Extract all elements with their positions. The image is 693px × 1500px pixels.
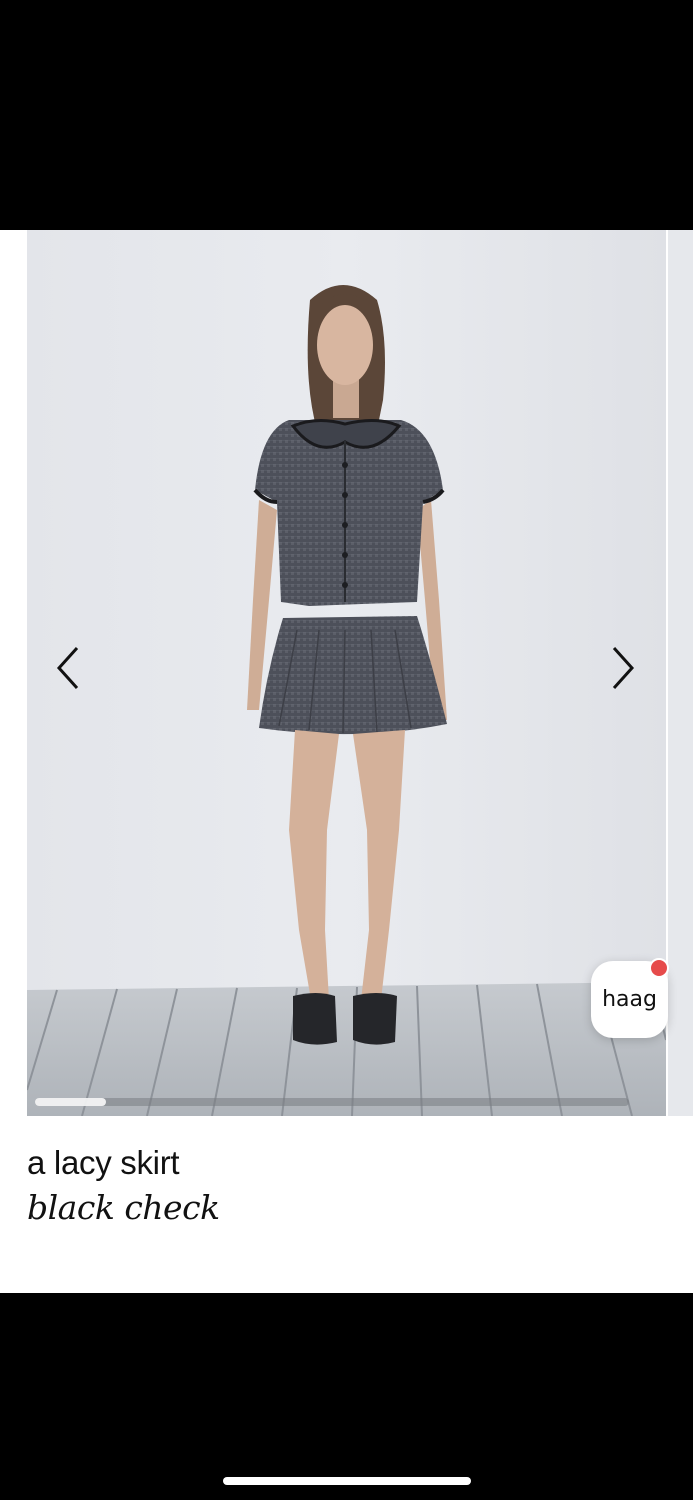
chevron-right-icon	[612, 646, 635, 690]
chevron-left-icon	[56, 646, 79, 690]
notification-dot	[649, 958, 669, 978]
product-image-gallery[interactable]	[27, 230, 666, 1116]
next-image-peek[interactable]	[668, 230, 693, 1116]
gallery-progress-fill	[35, 1098, 107, 1106]
app-screen: a lacy skirt black check haag	[0, 0, 693, 1500]
product-photo	[27, 230, 666, 1116]
home-indicator[interactable]	[223, 1477, 471, 1485]
product-name: a lacy skirt	[27, 1144, 180, 1181]
product-sheet: a lacy skirt black check	[0, 230, 693, 1293]
gallery-progress-bar	[35, 1098, 629, 1106]
next-image-button[interactable]	[602, 638, 646, 698]
previous-image-button[interactable]	[45, 638, 89, 698]
product-variant: black check	[27, 1188, 220, 1227]
chat-button-label: haag	[602, 987, 657, 1012]
